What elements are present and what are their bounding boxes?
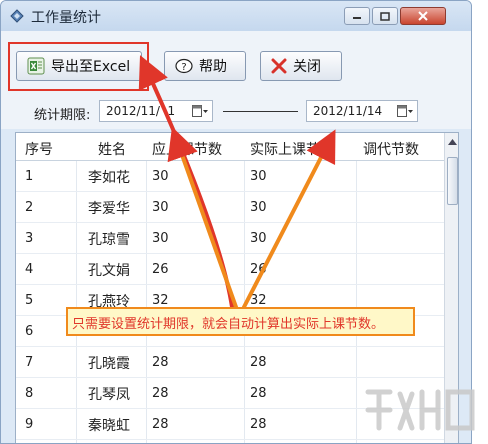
teacher-name: 李爱华	[88, 201, 130, 217]
help-icon: ?	[175, 58, 193, 74]
tip-callout: 只需要设置统计期限，就会自动计算出实际上课节数。	[66, 307, 415, 336]
scheduled-lessons: 28	[152, 355, 169, 370]
column-header-num[interactable]: 序号	[25, 139, 53, 159]
close-button[interactable]: 关闭	[260, 51, 342, 81]
end-date-picker[interactable]: 2012/11/14	[306, 100, 418, 122]
end-date-value: 2012/11/14	[313, 104, 383, 118]
teacher-name: 孔文娟	[88, 263, 130, 279]
close-icon	[418, 11, 428, 21]
scroll-up-icon[interactable]	[447, 135, 458, 149]
scheduled-lessons: 28	[152, 417, 169, 432]
table-row[interactable]: 4 孔文娟 26 26	[16, 254, 446, 285]
row-number: 7	[25, 355, 34, 370]
scheduled-lessons: 32	[152, 293, 169, 308]
calendar-icon[interactable]	[192, 105, 208, 117]
app-icon	[10, 9, 24, 23]
main-window: 工作量统计 导出至Excel ? 帮助 关闭 统计期限: 2012/11/ 1 …	[0, 0, 472, 444]
table-row[interactable]: 2 李爱华 30 30	[16, 192, 446, 223]
actual-lessons: 28	[250, 386, 267, 401]
row-number: 2	[25, 200, 34, 215]
actual-lessons: 32	[250, 293, 267, 308]
actual-lessons: 26	[250, 262, 267, 277]
actual-lessons: 30	[250, 200, 267, 215]
watermark-logo	[365, 389, 475, 431]
row-number: 8	[25, 386, 34, 401]
scheduled-lessons: 30	[152, 231, 169, 246]
svg-text:?: ?	[181, 62, 186, 73]
row-number: 3	[25, 231, 34, 246]
title-bar: 工作量统计	[1, 1, 471, 31]
window-close-button[interactable]	[400, 7, 446, 25]
minimize-button[interactable]	[344, 7, 370, 25]
scheduled-lessons: 30	[152, 200, 169, 215]
row-number: 4	[25, 262, 34, 277]
start-date-picker[interactable]: 2012/11/ 1	[99, 100, 213, 122]
row-number: 1	[25, 169, 34, 184]
toolbar: 导出至Excel ? 帮助 关闭	[1, 31, 471, 95]
column-header-substitute[interactable]: 调代节数	[363, 139, 419, 159]
teacher-name: 李如花	[88, 170, 130, 186]
window-title: 工作量统计	[31, 10, 101, 26]
row-number: 9	[25, 417, 34, 432]
maximize-icon	[380, 11, 390, 21]
teacher-name: 孔晓霞	[88, 356, 130, 372]
minimize-icon	[353, 17, 361, 19]
period-label: 统计期限:	[34, 108, 91, 123]
row-number: 5	[25, 293, 34, 308]
filter-bar: 统计期限: 2012/11/ 1 2012/11/14	[1, 95, 471, 129]
table-row[interactable]: 3 孔琼雪 30 30	[16, 223, 446, 254]
actual-lessons: 28	[250, 417, 267, 432]
scheduled-lessons: 30	[152, 169, 169, 184]
table-row[interactable]: 1 李如花 30 30	[16, 161, 446, 192]
help-label: 帮助	[199, 59, 227, 75]
export-highlight-box	[8, 42, 149, 91]
maximize-button[interactable]	[372, 7, 398, 25]
table-row[interactable]: 7 孔晓霞 28 28	[16, 347, 446, 378]
close-label: 关闭	[293, 59, 321, 75]
actual-lessons: 30	[250, 231, 267, 246]
teacher-name: 孔琴凤	[88, 387, 130, 403]
teacher-name: 秦晓虹	[88, 418, 130, 434]
column-header-scheduled[interactable]: 应上课节数	[152, 139, 222, 159]
scrollbar-thumb[interactable]	[447, 157, 458, 205]
start-date-value: 2012/11/ 1	[106, 104, 176, 118]
column-header-actual[interactable]: 实际上课节数	[250, 139, 334, 159]
scheduled-lessons: 26	[152, 262, 169, 277]
close-x-icon	[271, 58, 287, 74]
row-number: 6	[25, 324, 34, 339]
table-header: 序号 姓名 应上课节数 实际上课节数 调代节数	[16, 133, 446, 161]
calendar-icon[interactable]	[397, 105, 413, 117]
scheduled-lessons: 28	[152, 386, 169, 401]
actual-lessons: 30	[250, 169, 267, 184]
help-button[interactable]: ? 帮助	[164, 51, 246, 81]
actual-lessons: 28	[250, 355, 267, 370]
column-header-name[interactable]: 姓名	[98, 139, 126, 159]
date-range-separator	[223, 111, 298, 112]
teacher-name: 孔琼雪	[88, 232, 130, 248]
